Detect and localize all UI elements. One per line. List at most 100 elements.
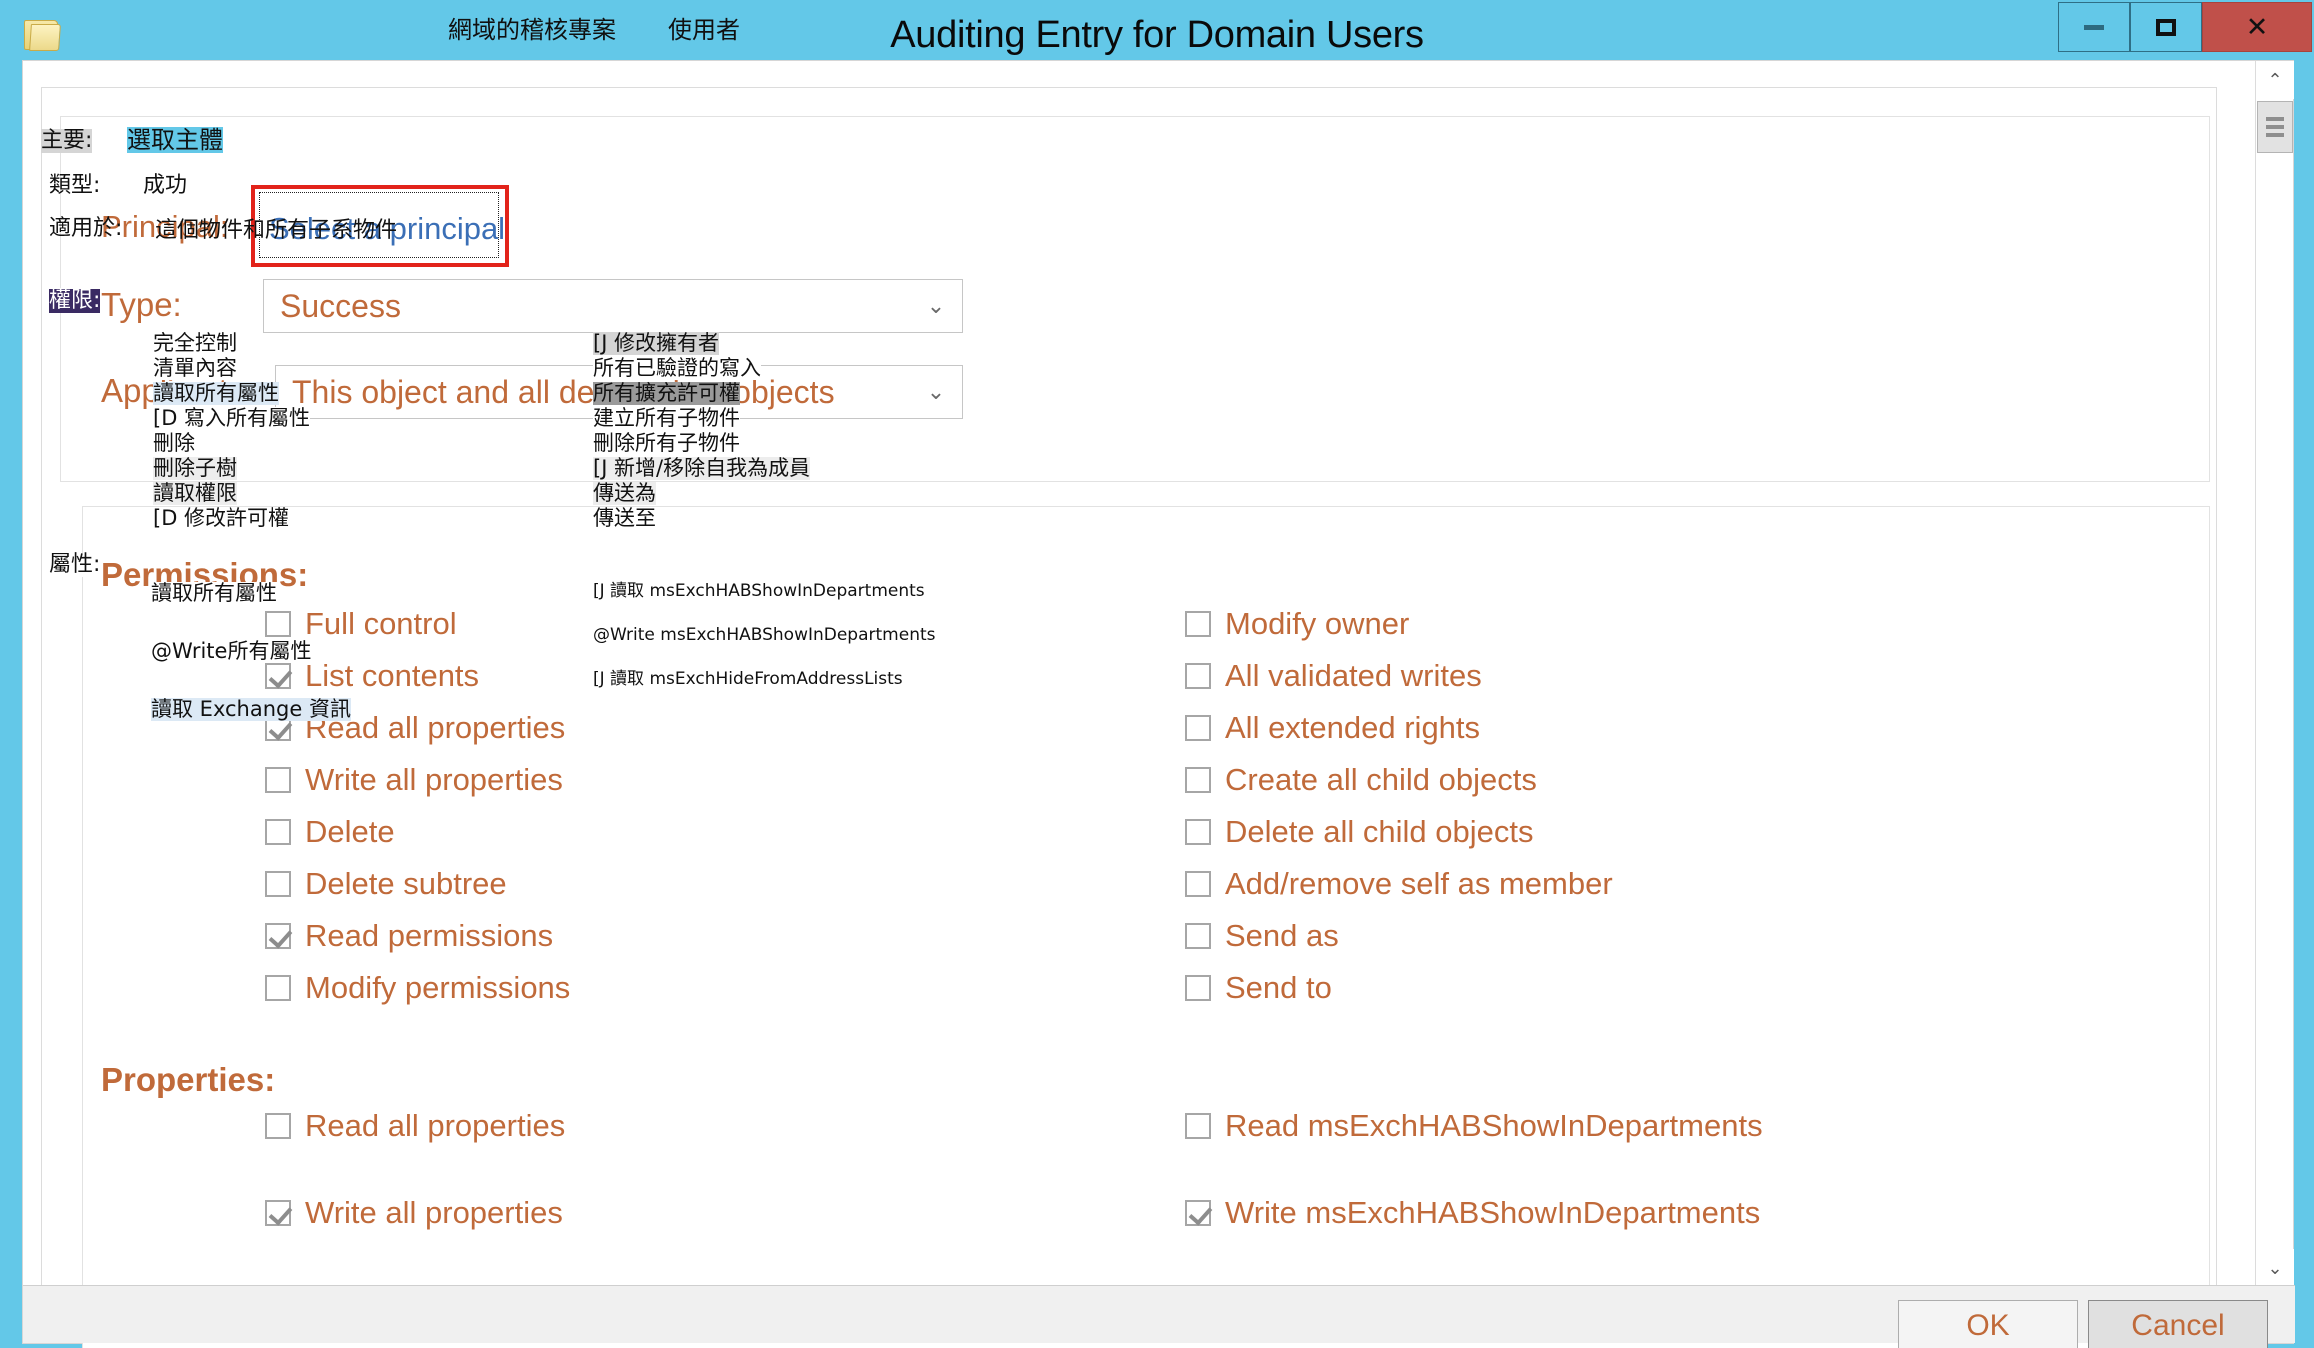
permission-left-label: Full control [305, 606, 457, 641]
permission-left-checkbox-row[interactable]: Delete [265, 814, 395, 850]
checkbox-unchecked-icon[interactable] [265, 767, 291, 793]
maximize-icon [2156, 18, 2176, 36]
scroll-up-button[interactable]: ⌃ [2256, 61, 2294, 99]
ok-button[interactable]: OK [1898, 1300, 2078, 1348]
page-title: Auditing Entry for Domain Users [890, 14, 1424, 56]
permission-right-zh-label: 所有已驗證的寫入 [593, 356, 761, 381]
zh-applies-label: 適用於: [49, 216, 123, 241]
zh-properties-label: 屬性: [49, 552, 101, 578]
property-left-zh-label: @Write所有屬性 [151, 639, 312, 664]
permission-right-label: Send as [1225, 918, 1339, 953]
properties-section-title: Properties: [101, 1061, 276, 1098]
checkbox-unchecked-icon[interactable] [265, 611, 291, 637]
permission-left-zh-label: 刪除子樹 [153, 456, 237, 481]
checkbox-unchecked-icon[interactable] [1185, 819, 1211, 845]
checkbox-checked-icon[interactable] [265, 663, 291, 689]
property-left-checkbox-row[interactable]: Read all properties [265, 1108, 565, 1144]
scroll-down-button[interactable]: ⌄ [2256, 1249, 2294, 1287]
zh-primary-label: 主要: [41, 128, 93, 154]
permission-right-label: All extended rights [1225, 710, 1481, 745]
permission-right-zh-label: 傳送為 [593, 481, 656, 506]
checkbox-checked-icon[interactable] [1185, 1200, 1211, 1226]
auditing-entry-dialog: Principal: Select a principal Type: Succ… [22, 60, 2295, 1348]
permission-right-label: Send to [1225, 970, 1332, 1005]
cancel-button[interactable]: Cancel [2088, 1300, 2268, 1348]
type-label: Type: [101, 286, 182, 323]
permission-right-checkbox-row[interactable]: Send to [1185, 970, 1332, 1006]
property-left-label: Read all properties [305, 1108, 566, 1143]
property-right-zh-label: @Write msExchHABShowInDepartments [593, 625, 936, 645]
permission-right-checkbox-row[interactable]: Add/remove self as member [1185, 866, 1613, 902]
chevron-down-icon: ⌄ [926, 379, 946, 404]
property-right-checkbox-row[interactable]: Write msExchHABShowInDepartments [1185, 1195, 1760, 1231]
permission-left-label: List contents [305, 658, 480, 693]
permission-right-label: Modify owner [1225, 606, 1410, 641]
permission-left-label: Modify permissions [305, 970, 571, 1005]
permission-right-checkbox-row[interactable]: All extended rights [1185, 710, 1480, 746]
permission-left-checkbox-row[interactable]: List contents [265, 658, 479, 694]
permission-right-zh-label: [J 新增/移除自我為成員 [593, 456, 811, 481]
checkbox-unchecked-icon[interactable] [265, 975, 291, 1001]
permission-left-zh-label: 清單內容 [153, 356, 237, 381]
permission-left-zh-label: 刪除 [153, 431, 195, 456]
permission-right-zh-label: [J 修改擁有者 [593, 331, 720, 356]
permission-left-checkbox-row[interactable]: Write all properties [265, 762, 563, 798]
permission-left-label: Read permissions [305, 918, 554, 953]
permission-right-checkbox-row[interactable]: Send as [1185, 918, 1339, 954]
property-right-label: Read msExchHABShowInDepartments [1225, 1108, 1763, 1143]
permission-right-checkbox-row[interactable]: Create all child objects [1185, 762, 1537, 798]
property-left-checkbox-row[interactable]: Write all properties [265, 1195, 563, 1231]
type-dropdown-value: Success [280, 287, 401, 324]
property-right-zh-label: [J 讀取 msExchHABShowInDepartments [593, 581, 925, 601]
permission-right-checkbox-row[interactable]: All validated writes [1185, 658, 1482, 694]
checkbox-unchecked-icon[interactable] [1185, 715, 1211, 741]
permission-left-zh-label: 完全控制 [153, 331, 237, 356]
property-left-zh-label: 讀取 Exchange 資訊 [151, 697, 351, 722]
checkbox-unchecked-icon[interactable] [1185, 1113, 1211, 1139]
checkbox-unchecked-icon[interactable] [1185, 871, 1211, 897]
permission-right-zh-label: 傳送至 [593, 506, 656, 531]
permission-left-zh-label: 讀取所有屬性 [153, 381, 279, 406]
window-title-bar: 網域的稽核專案 使用者 Auditing Entry for Domain Us… [0, 0, 2314, 68]
permission-left-label: Write all properties [305, 762, 563, 797]
checkbox-unchecked-icon[interactable] [1185, 975, 1211, 1001]
permission-left-label: Delete subtree [305, 866, 507, 901]
permission-left-checkbox-row[interactable]: Delete subtree [265, 866, 507, 902]
permission-left-checkbox-row[interactable]: Read permissions [265, 918, 553, 954]
permission-right-checkbox-row[interactable]: Modify owner [1185, 606, 1409, 642]
property-right-zh-label: [J 讀取 msExchHideFromAddressLists [593, 669, 903, 689]
permission-left-checkbox-row[interactable]: Full control [265, 606, 457, 642]
permission-left-label: Delete [305, 814, 395, 849]
checkbox-checked-icon[interactable] [265, 923, 291, 949]
minimize-button[interactable] [2058, 2, 2130, 52]
permission-right-label: Delete all child objects [1225, 814, 1534, 849]
vertical-scrollbar[interactable]: ⌃ ⌄ [2255, 61, 2294, 1287]
checkbox-unchecked-icon[interactable] [265, 871, 291, 897]
minimize-icon [2084, 24, 2104, 30]
permission-right-checkbox-row[interactable]: Delete all child objects [1185, 814, 1533, 850]
maximize-button[interactable] [2130, 2, 2202, 52]
property-left-zh-label: 讀取所有屬性 [151, 581, 277, 606]
checkbox-unchecked-icon[interactable] [265, 819, 291, 845]
checkbox-unchecked-icon[interactable] [1185, 923, 1211, 949]
close-button[interactable]: ✕ [2202, 2, 2312, 52]
property-left-label: Write all properties [305, 1195, 563, 1230]
zh-type-label: 類型: [49, 173, 101, 198]
checkbox-unchecked-icon[interactable] [1185, 663, 1211, 689]
permission-right-zh-label: 刪除所有子物件 [593, 431, 740, 456]
property-right-checkbox-row[interactable]: Read msExchHABShowInDepartments [1185, 1108, 1763, 1144]
dialog-footer: OK Cancel [23, 1285, 2295, 1348]
permission-left-checkbox-row[interactable]: Modify permissions [265, 970, 570, 1006]
permission-right-zh-label: 建立所有子物件 [593, 406, 740, 431]
permission-right-label: Create all child objects [1225, 762, 1537, 797]
checkbox-unchecked-icon[interactable] [265, 1113, 291, 1139]
scrollbar-thumb[interactable] [2257, 101, 2293, 153]
permission-right-label: All validated writes [1225, 658, 1482, 693]
checkbox-unchecked-icon[interactable] [1185, 611, 1211, 637]
checkbox-unchecked-icon[interactable] [1185, 767, 1211, 793]
property-right-label: Write msExchHABShowInDepartments [1225, 1195, 1761, 1230]
zh-type-value: 成功 [143, 173, 188, 198]
type-dropdown[interactable]: Success ⌄ [263, 279, 963, 333]
zh-applies-value: 這個物件和所有子系物件 [155, 218, 398, 243]
checkbox-checked-icon[interactable] [265, 1200, 291, 1226]
